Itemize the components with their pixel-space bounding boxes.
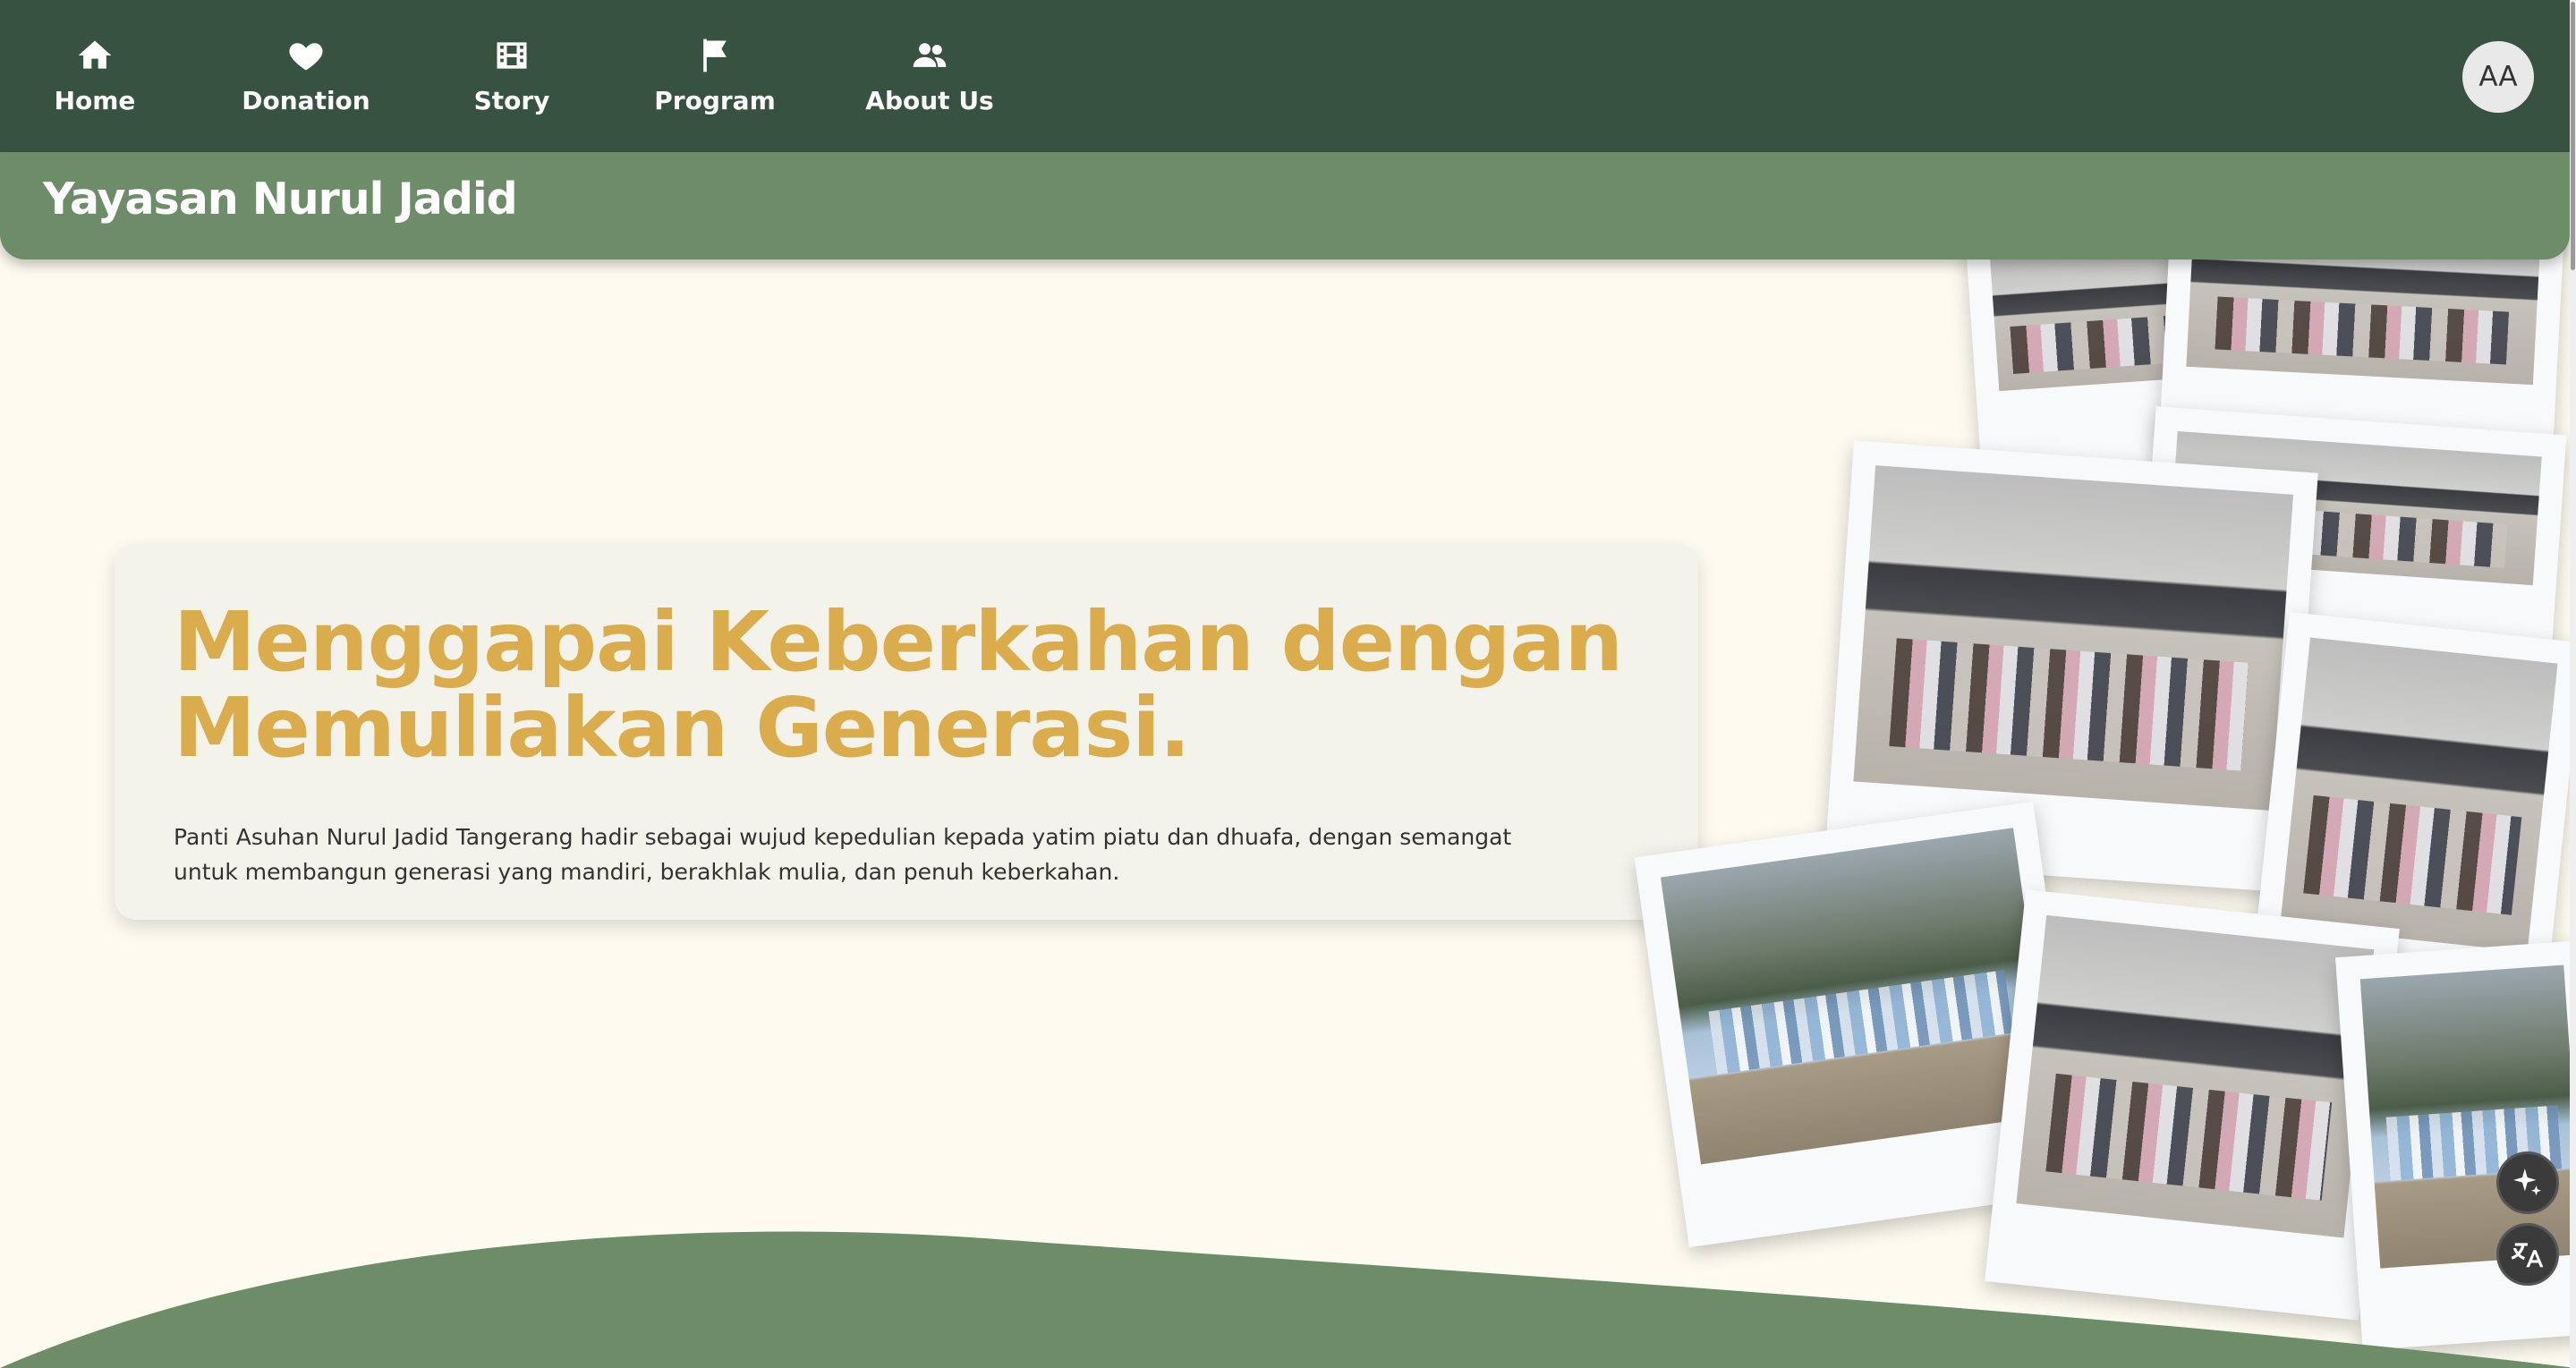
nav-about-us[interactable]: About Us xyxy=(865,36,994,125)
heart-icon xyxy=(289,43,323,71)
ai-assistant-button[interactable] xyxy=(2496,1151,2559,1214)
home-icon xyxy=(78,40,112,69)
site-brand[interactable]: Yayasan Nurul Jadid xyxy=(43,174,518,225)
photo xyxy=(1989,241,2185,392)
photo xyxy=(1660,828,2054,1165)
translate-button[interactable] xyxy=(2496,1223,2559,1286)
scrollbar-thumb[interactable] xyxy=(2571,2,2575,270)
photo xyxy=(2016,914,2375,1238)
top-navigation: Home Donation Story Program About Us AA xyxy=(0,0,2576,152)
nav-home[interactable]: Home xyxy=(54,36,136,125)
hero-title: Menggapai Keberkahan dengan Memuliakan G… xyxy=(174,594,1623,776)
nav-story[interactable]: Story xyxy=(474,36,549,125)
user-avatar[interactable]: AA xyxy=(2462,41,2534,113)
site-header: Yayasan Nurul Jadid xyxy=(0,152,2570,259)
nav-program-label: Program xyxy=(654,86,776,115)
nav-home-label: Home xyxy=(54,86,136,115)
flag-icon xyxy=(703,38,727,72)
translate-icon xyxy=(2511,1243,2544,1268)
users-icon xyxy=(913,43,947,67)
photo xyxy=(2359,964,2576,1269)
nav-about-us-label: About Us xyxy=(865,86,994,115)
page-scrollbar[interactable] xyxy=(2570,0,2576,1368)
photo xyxy=(1853,465,2294,811)
hero-description: Panti Asuhan Nurul Jadid Tangerang hadir… xyxy=(174,824,1512,885)
photo xyxy=(2280,637,2558,952)
hero-card: Menggapai Keberkahan dengan Memuliakan G… xyxy=(115,544,1698,920)
film-icon xyxy=(497,42,527,69)
nav-donation[interactable]: Donation xyxy=(242,36,370,125)
nav-story-label: Story xyxy=(473,86,550,115)
decorative-wave xyxy=(0,1231,2576,1368)
nav-program[interactable]: Program xyxy=(654,36,776,125)
sparkle-icon xyxy=(2513,1168,2542,1196)
nav-donation-label: Donation xyxy=(242,86,370,115)
